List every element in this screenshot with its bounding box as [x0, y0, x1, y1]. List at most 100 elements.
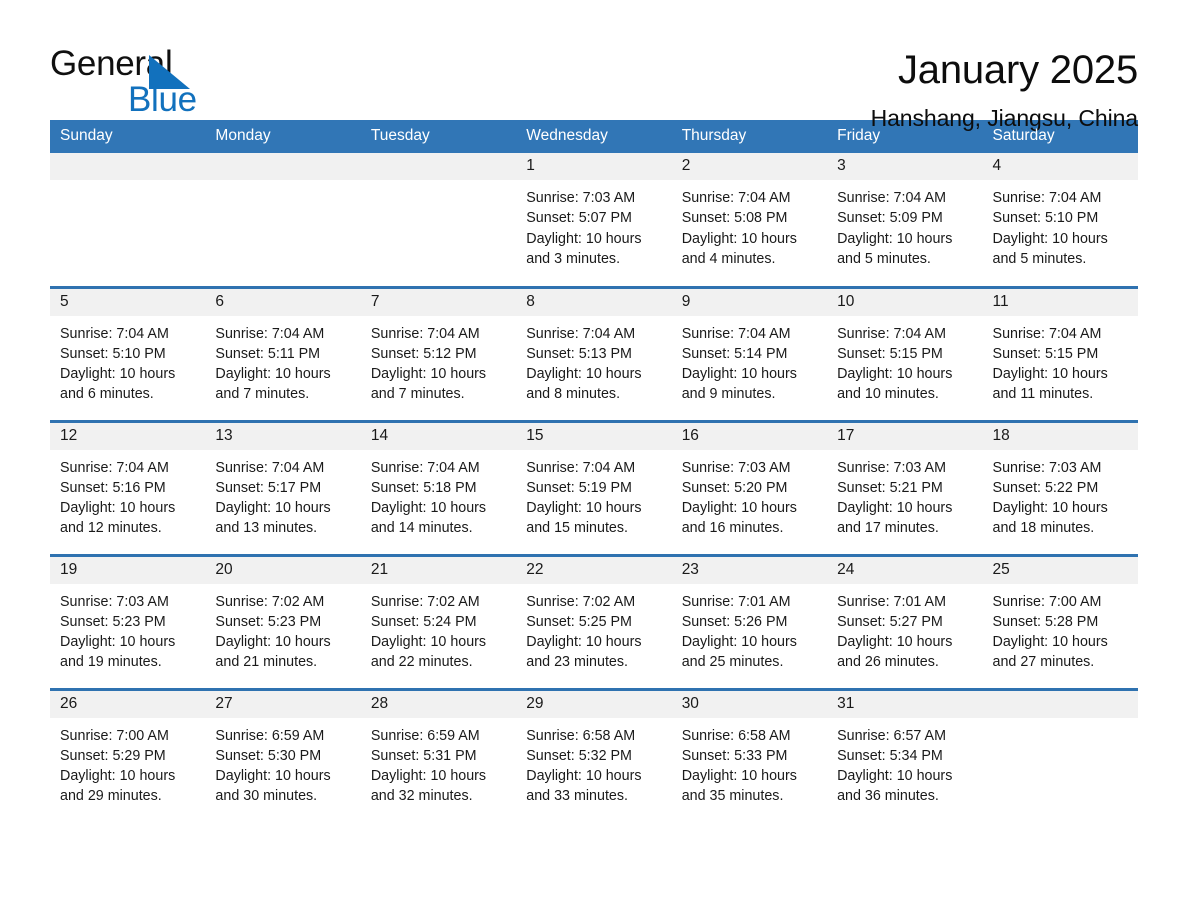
calendar-day-cell[interactable]: 22 Sunrise: 7:02 AM Sunset: 5:25 PM Dayligh…	[516, 553, 672, 689]
sunset-text: Sunset: 5:10 PM	[992, 210, 1099, 227]
daylight-text-line2: and 25 minutes.	[681, 654, 784, 671]
sunset-text: Sunset: 5:20 PM	[681, 479, 788, 496]
calendar-day-cell[interactable]: 2 Sunrise: 7:04 AM Sunset: 5:08 PM Daylight…	[671, 153, 828, 287]
day-number: 18	[982, 422, 1138, 450]
calendar-day-cell[interactable]: 23 Sunrise: 7:01 AM Sunset: 5:26 PM Dayligh…	[671, 553, 828, 689]
weekday-header-sunday: Sunday	[50, 120, 206, 153]
daylight-text-line2: and 23 minutes.	[526, 654, 628, 671]
page-title: January 2025	[897, 48, 1138, 92]
calendar-day-cell[interactable]: 5 Sunrise: 7:04 AM Sunset: 5:10 PM Daylight…	[50, 285, 206, 421]
sunrise-text: Sunrise: 7:01 AM	[837, 593, 946, 610]
daylight-text-line2: and 30 minutes.	[215, 788, 318, 805]
sunset-text: Sunset: 5:09 PM	[837, 210, 943, 227]
sunrise-text: Sunrise: 7:04 AM	[837, 325, 946, 342]
generalblue-logo[interactable]: General Blue	[50, 46, 250, 118]
daylight-text-line2: and 7 minutes.	[370, 386, 465, 403]
day-number: 6	[205, 288, 361, 316]
calendar-day-cell[interactable]: 12 Sunrise: 7:04 AM Sunset: 5:16 PM Dayligh…	[50, 419, 206, 555]
daylight-text-line1: Daylight: 10 hours	[681, 634, 797, 651]
calendar-day-cell[interactable]: 1 Sunrise: 7:03 AM Sunset: 5:07 PM Daylight…	[516, 153, 672, 287]
day-sun-info: Sunrise: 6:58 AM Sunset: 5:33 PM Daylight:…	[672, 718, 827, 807]
logo-text-blue: Blue	[128, 80, 197, 119]
sunset-text: Sunset: 5:13 PM	[526, 345, 632, 362]
day-number: 20	[205, 556, 361, 584]
calendar-week-row: 26 Sunrise: 7:00 AM Sunset: 5:29 PM Dayligh…	[50, 687, 1138, 823]
day-sun-info: Sunrise: 7:00 AM Sunset: 5:28 PM Daylight:…	[983, 584, 1138, 673]
calendar-day-cell[interactable]: 19 Sunrise: 7:03 AM Sunset: 5:23 PM Dayligh…	[50, 553, 206, 689]
sunrise-text: Sunrise: 7:04 AM	[60, 459, 169, 476]
calendar-day-cell[interactable]: 4 Sunrise: 7:04 AM Sunset: 5:10 PM Daylight…	[982, 153, 1138, 287]
calendar-day-cell[interactable]: 27 Sunrise: 6:59 AM Sunset: 5:30 PM Dayligh…	[205, 687, 361, 823]
calendar-day-cell[interactable]: 6 Sunrise: 7:04 AM Sunset: 5:11 PM Daylight…	[205, 285, 361, 421]
daylight-text-line2: and 36 minutes.	[837, 788, 939, 805]
day-number: 28	[360, 690, 517, 718]
calendar-day-cell[interactable]: 9 Sunrise: 7:04 AM Sunset: 5:14 PM Daylight…	[671, 285, 828, 421]
daylight-text-line1: Daylight: 10 hours	[526, 500, 642, 517]
calendar-day-cell[interactable]: 25 Sunrise: 7:00 AM Sunset: 5:28 PM Dayligh…	[982, 553, 1138, 689]
day-sun-info: Sunrise: 6:59 AM Sunset: 5:31 PM Daylight:…	[361, 718, 516, 807]
calendar-day-cell[interactable]: 14 Sunrise: 7:04 AM Sunset: 5:18 PM Dayligh…	[360, 419, 517, 555]
calendar-day-cell[interactable]: 26 Sunrise: 7:00 AM Sunset: 5:29 PM Dayligh…	[50, 687, 206, 823]
sunset-text: Sunset: 5:07 PM	[526, 210, 632, 227]
day-sun-info: Sunrise: 6:59 AM Sunset: 5:30 PM Daylight:…	[205, 718, 360, 807]
sunrise-text: Sunrise: 7:04 AM	[681, 190, 791, 206]
sunrise-text: Sunrise: 7:04 AM	[992, 325, 1102, 342]
day-number: 31	[827, 690, 983, 718]
sunset-text: Sunset: 5:34 PM	[837, 747, 943, 764]
sunrise-text: Sunrise: 7:04 AM	[681, 325, 791, 342]
sunrise-text: Sunrise: 7:02 AM	[526, 593, 636, 610]
calendar-day-cell-empty	[205, 153, 361, 287]
day-number: 23	[671, 556, 828, 584]
calendar-day-cell[interactable]: 18 Sunrise: 7:03 AM Sunset: 5:22 PM Dayligh…	[982, 419, 1138, 555]
daylight-text-line1: Daylight: 10 hours	[526, 768, 642, 785]
daylight-text-line1: Daylight: 10 hours	[60, 500, 176, 517]
calendar-day-cell[interactable]: 7 Sunrise: 7:04 AM Sunset: 5:12 PM Daylight…	[360, 285, 517, 421]
calendar-day-cell[interactable]: 15 Sunrise: 7:04 AM Sunset: 5:19 PM Dayligh…	[516, 419, 672, 555]
calendar-week-row: 1 Sunrise: 7:03 AM Sunset: 5:07 PM Daylight…	[50, 153, 1138, 287]
sunrise-text: Sunrise: 7:04 AM	[215, 325, 325, 342]
day-number: 1	[516, 153, 672, 180]
day-number: 19	[50, 556, 206, 584]
day-number: 9	[671, 288, 828, 316]
calendar-day-cell[interactable]: 11 Sunrise: 7:04 AM Sunset: 5:15 PM Dayligh…	[982, 285, 1138, 421]
sunrise-text: Sunrise: 7:00 AM	[992, 593, 1102, 610]
weekday-header-monday: Monday	[205, 120, 361, 153]
day-number	[50, 153, 206, 180]
calendar-day-cell[interactable]: 17 Sunrise: 7:03 AM Sunset: 5:21 PM Dayligh…	[827, 419, 983, 555]
calendar-day-cell[interactable]: 24 Sunrise: 7:01 AM Sunset: 5:27 PM Dayligh…	[827, 553, 983, 689]
sunrise-text: Sunrise: 7:03 AM	[837, 459, 946, 476]
calendar-day-cell[interactable]: 30 Sunrise: 6:58 AM Sunset: 5:33 PM Dayligh…	[671, 687, 828, 823]
calendar-day-cell[interactable]: 31 Sunrise: 6:57 AM Sunset: 5:34 PM Dayligh…	[827, 687, 983, 823]
calendar-day-cell[interactable]: 21 Sunrise: 7:02 AM Sunset: 5:24 PM Dayligh…	[360, 553, 517, 689]
sunset-text: Sunset: 5:12 PM	[370, 345, 477, 362]
sunset-text: Sunset: 5:32 PM	[526, 747, 632, 764]
daylight-text-line2: and 35 minutes.	[681, 788, 784, 805]
day-number: 17	[827, 422, 983, 450]
daylight-text-line1: Daylight: 10 hours	[370, 634, 487, 651]
calendar-day-cell[interactable]: 3 Sunrise: 7:04 AM Sunset: 5:09 PM Daylight…	[827, 153, 983, 287]
daylight-text-line1: Daylight: 10 hours	[681, 230, 797, 247]
daylight-text-line1: Daylight: 10 hours	[681, 366, 797, 383]
page-header: General Blue January 2025 Hanshang, Jian…	[50, 0, 1138, 131]
calendar-day-cell[interactable]: 29 Sunrise: 6:58 AM Sunset: 5:32 PM Dayligh…	[516, 687, 672, 823]
daylight-text-line1: Daylight: 10 hours	[992, 366, 1108, 383]
daylight-text-line1: Daylight: 10 hours	[370, 768, 487, 785]
calendar-day-cell[interactable]: 28 Sunrise: 6:59 AM Sunset: 5:31 PM Dayligh…	[360, 687, 517, 823]
day-sun-info: Sunrise: 7:04 AM Sunset: 5:18 PM Daylight:…	[361, 450, 516, 539]
daylight-text-line1: Daylight: 10 hours	[60, 366, 176, 383]
daylight-text-line1: Daylight: 10 hours	[526, 634, 642, 651]
sunset-text: Sunset: 5:23 PM	[215, 613, 322, 630]
day-number: 15	[516, 422, 672, 450]
calendar-day-cell[interactable]: 13 Sunrise: 7:04 AM Sunset: 5:17 PM Dayligh…	[205, 419, 361, 555]
day-sun-info: Sunrise: 7:04 AM Sunset: 5:19 PM Daylight:…	[516, 450, 671, 539]
day-number: 27	[205, 690, 361, 718]
calendar-day-cell[interactable]: 20 Sunrise: 7:02 AM Sunset: 5:23 PM Dayligh…	[205, 553, 361, 689]
daylight-text-line2: and 13 minutes.	[215, 520, 318, 537]
calendar-day-cell[interactable]: 8 Sunrise: 7:04 AM Sunset: 5:13 PM Daylight…	[516, 285, 672, 421]
calendar-day-cell[interactable]: 16 Sunrise: 7:03 AM Sunset: 5:20 PM Dayligh…	[671, 419, 828, 555]
daylight-text-line2: and 18 minutes.	[992, 520, 1095, 537]
daylight-text-line2: and 5 minutes.	[837, 250, 931, 267]
sunset-text: Sunset: 5:26 PM	[681, 613, 788, 630]
daylight-text-line1: Daylight: 10 hours	[837, 366, 953, 383]
calendar-day-cell[interactable]: 10 Sunrise: 7:04 AM Sunset: 5:15 PM Dayligh…	[827, 285, 983, 421]
